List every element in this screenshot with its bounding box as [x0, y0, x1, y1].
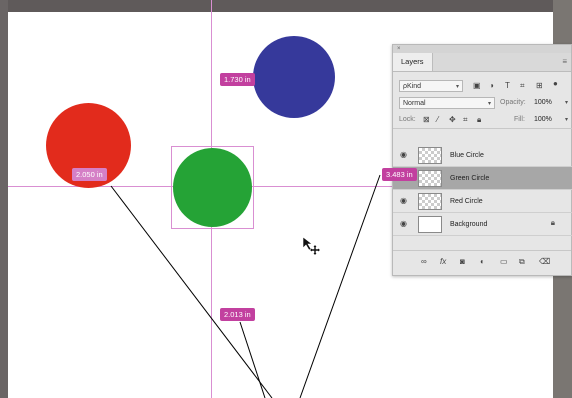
eye-icon[interactable]: ◉ [400, 219, 407, 228]
blend-mode-select[interactable]: Normal ▾ [399, 97, 495, 109]
tab-layers[interactable]: Layers [393, 53, 433, 71]
blue-circle[interactable] [253, 36, 335, 118]
measurement-bottom-badge: 2.013 in [220, 308, 255, 321]
measurement-right-badge: 3.483 in [382, 168, 417, 181]
filter-toggle-icon[interactable]: ● [553, 79, 558, 88]
layer-thumbnail [418, 170, 442, 187]
adjustment-icon[interactable]: ◐ [480, 257, 485, 266]
measurement-left-badge: 2.050 in [72, 168, 107, 181]
layer-filter-select[interactable]: ρKind ▾ [399, 80, 463, 92]
lock-label: Lock: [399, 116, 416, 123]
selection-bounding-box[interactable] [171, 146, 254, 229]
filter-shape-icon[interactable]: ⌗ [520, 81, 525, 91]
lock-all-icon[interactable]: 🔒︎ [477, 115, 481, 125]
opacity-chevron-icon[interactable]: ▾ [565, 99, 570, 106]
chevron-down-icon: ▾ [487, 101, 491, 107]
mask-icon[interactable]: ◙ [460, 257, 465, 266]
layer-name: Blue Circle [450, 152, 484, 159]
blend-mode-value: Normal [403, 100, 426, 107]
panel-menu-icon[interactable]: ≡ [562, 57, 567, 66]
layer-row-green-circle[interactable]: ◉ Green Circle [393, 167, 572, 190]
layer-row-background[interactable]: ◉ Background 🔒︎ [393, 213, 572, 236]
layer-row-red-circle[interactable]: ◉ Red Circle [393, 190, 572, 213]
measurement-top-badge: 1.730 in [220, 73, 255, 86]
filter-type-icon[interactable]: T [505, 81, 510, 90]
lock-move-icon[interactable]: ✥ [449, 115, 456, 124]
opacity-value[interactable]: 100% [534, 99, 552, 106]
layer-row-blue-circle[interactable]: ◉ Blue Circle [393, 144, 572, 167]
filter-pixel-icon[interactable]: ▣ [473, 81, 481, 90]
eye-icon[interactable]: ◉ [400, 196, 407, 205]
filter-kind-value: Kind [406, 83, 421, 90]
lock-row: Lock: ⊠ ⁄ ✥ ⌗ 🔒︎ Fill: 100% ▾ [393, 112, 572, 129]
panel-tab-bar: Layers ≡ [393, 53, 571, 72]
filter-adjustment-icon[interactable]: ◑ [489, 81, 494, 90]
link-icon[interactable]: ∞ [421, 257, 427, 266]
layer-thumbnail [418, 147, 442, 164]
panel-bottom-toolbar: ∞ fx ◙ ◐ ▭ ⧉ ⌫ [393, 250, 571, 275]
panel-title-bar[interactable]: × [393, 45, 571, 53]
fill-value[interactable]: 100% [534, 116, 552, 123]
lock-artboard-icon[interactable]: ⌗ [463, 115, 468, 125]
layer-thumbnail [418, 193, 442, 210]
chevron-down-icon: ▾ [455, 84, 459, 90]
move-cursor-icon [302, 236, 320, 255]
folder-icon[interactable]: ▭ [500, 257, 508, 266]
fx-icon[interactable]: fx [440, 257, 446, 266]
fill-chevron-icon[interactable]: ▾ [565, 116, 570, 123]
layer-name: Red Circle [450, 198, 483, 205]
lock-brush-icon[interactable]: ⁄ [437, 115, 438, 124]
workspace-left-edge [0, 0, 8, 398]
layer-name: Background [450, 221, 488, 228]
lock-transparent-icon[interactable]: ⊠ [423, 115, 430, 124]
new-layer-icon[interactable]: ⧉ [519, 257, 525, 267]
filter-smart-object-icon[interactable]: ⊞ [536, 81, 543, 90]
fill-label: Fill: [514, 116, 525, 123]
opacity-label: Opacity: [500, 99, 526, 106]
lock-icon: 🔒︎ [550, 218, 555, 227]
blend-row: Normal ▾ Opacity: 100% ▾ [393, 95, 572, 111]
close-icon[interactable]: × [397, 45, 401, 53]
layers-panel[interactable]: × Layers ≡ ρKind ▾ ▣ ◑ T ⌗ ⊞ ● Normal ▾ … [392, 44, 572, 276]
eye-icon[interactable]: ◉ [400, 150, 407, 159]
filter-row: ρKind ▾ ▣ ◑ T ⌗ ⊞ ● [393, 78, 572, 94]
trash-icon[interactable]: ⌫ [539, 257, 550, 266]
layer-name: Green Circle [450, 175, 490, 182]
layer-thumbnail [418, 216, 442, 233]
